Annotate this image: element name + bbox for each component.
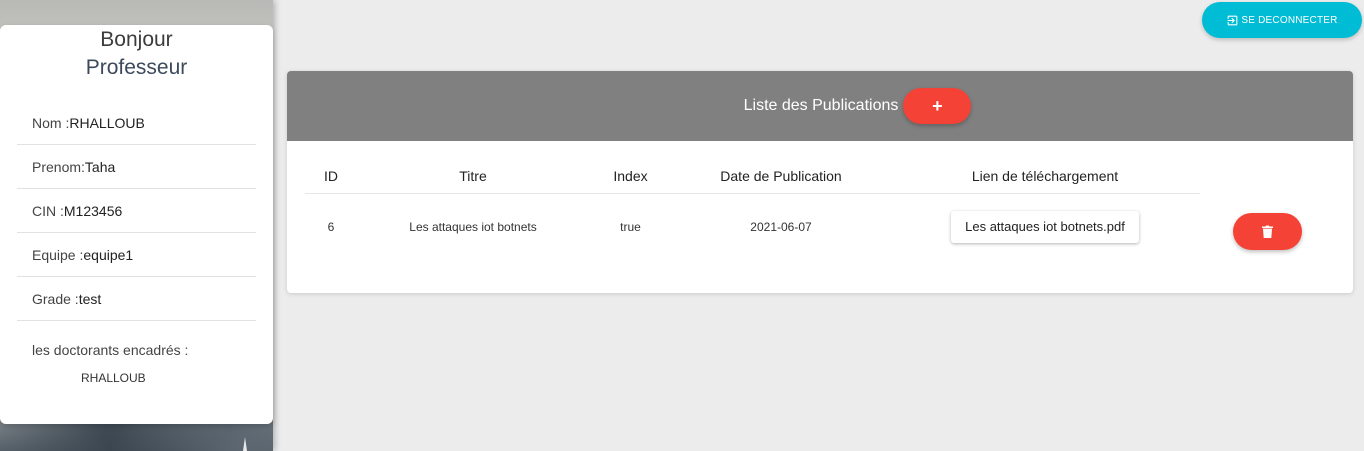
column-header-lien: Lien de téléchargement — [890, 159, 1200, 194]
table-header-row: ID Titre Index Date de Publication Lien … — [305, 159, 1200, 194]
profile-row-grade: Grade : test — [17, 277, 256, 321]
publications-table: ID Titre Index Date de Publication Lien … — [305, 159, 1200, 261]
logout-label: SE DECONNECTER — [1241, 14, 1338, 26]
trash-icon — [1262, 225, 1273, 238]
publications-card: Liste des Publications + ID Titre Index … — [287, 71, 1353, 293]
column-header-titre: Titre — [357, 159, 589, 194]
cell-lien: Les attaques iot botnets.pdf — [890, 193, 1200, 261]
nom-value: RHALLOUB — [69, 114, 145, 131]
cell-date: 2021-06-07 — [750, 220, 812, 235]
cell-index: true — [620, 220, 641, 235]
column-header-date: Date de Publication — [672, 159, 890, 194]
cin-value: M123456 — [63, 202, 123, 219]
prenom-label: Prenom: — [32, 158, 85, 175]
profile-card: Bonjour Professeur Nom : RHALLOUB Prenom… — [0, 25, 273, 424]
background-image-detail — [243, 437, 247, 451]
cell-titre: Les attaques iot botnets — [409, 220, 537, 235]
greeting-text: Bonjour — [100, 28, 173, 51]
cin-label: CIN : — [32, 202, 64, 219]
plus-icon: + — [932, 95, 943, 116]
profile-row-equipe: Equipe : equipe1 — [17, 233, 256, 277]
publications-title: Liste des Publications — [743, 97, 899, 114]
profile-row-cin: CIN : M123456 — [17, 189, 256, 233]
grade-value: test — [78, 290, 102, 307]
download-link-button[interactable]: Les attaques iot botnets.pdf — [951, 211, 1139, 244]
equipe-label: Equipe : — [32, 246, 84, 263]
column-header-id: ID — [305, 159, 357, 194]
profile-row-prenom: Prenom: Taha — [17, 145, 256, 189]
logout-icon — [1228, 15, 1238, 25]
role-title: Professeur — [85, 56, 188, 79]
column-header-index: Index — [589, 159, 672, 194]
logout-button[interactable]: SE DECONNECTER — [1202, 2, 1362, 38]
doctorants-label: les doctorants encadrés : — [32, 342, 189, 358]
profile-row-nom: Nom : RHALLOUB — [17, 101, 256, 145]
profile-row-doctorants: les doctorants encadrés : — [17, 321, 256, 361]
publications-header: Liste des Publications + — [287, 71, 1353, 141]
grade-label: Grade : — [32, 290, 79, 307]
nom-label: Nom : — [32, 114, 70, 131]
delete-publication-button[interactable] — [1233, 213, 1302, 250]
cell-id: 6 — [327, 220, 335, 235]
prenom-value: Taha — [84, 158, 116, 175]
table-row: 6 Les attaques iot botnets true 2021-06-… — [305, 193, 1200, 261]
equipe-value: equipe1 — [83, 246, 134, 263]
doctorant-item: RHALLOUB — [81, 371, 146, 385]
profile-info-list: Nom : RHALLOUB Prenom: Taha CIN : M12345… — [17, 101, 256, 385]
add-publication-button[interactable]: + — [903, 88, 972, 124]
